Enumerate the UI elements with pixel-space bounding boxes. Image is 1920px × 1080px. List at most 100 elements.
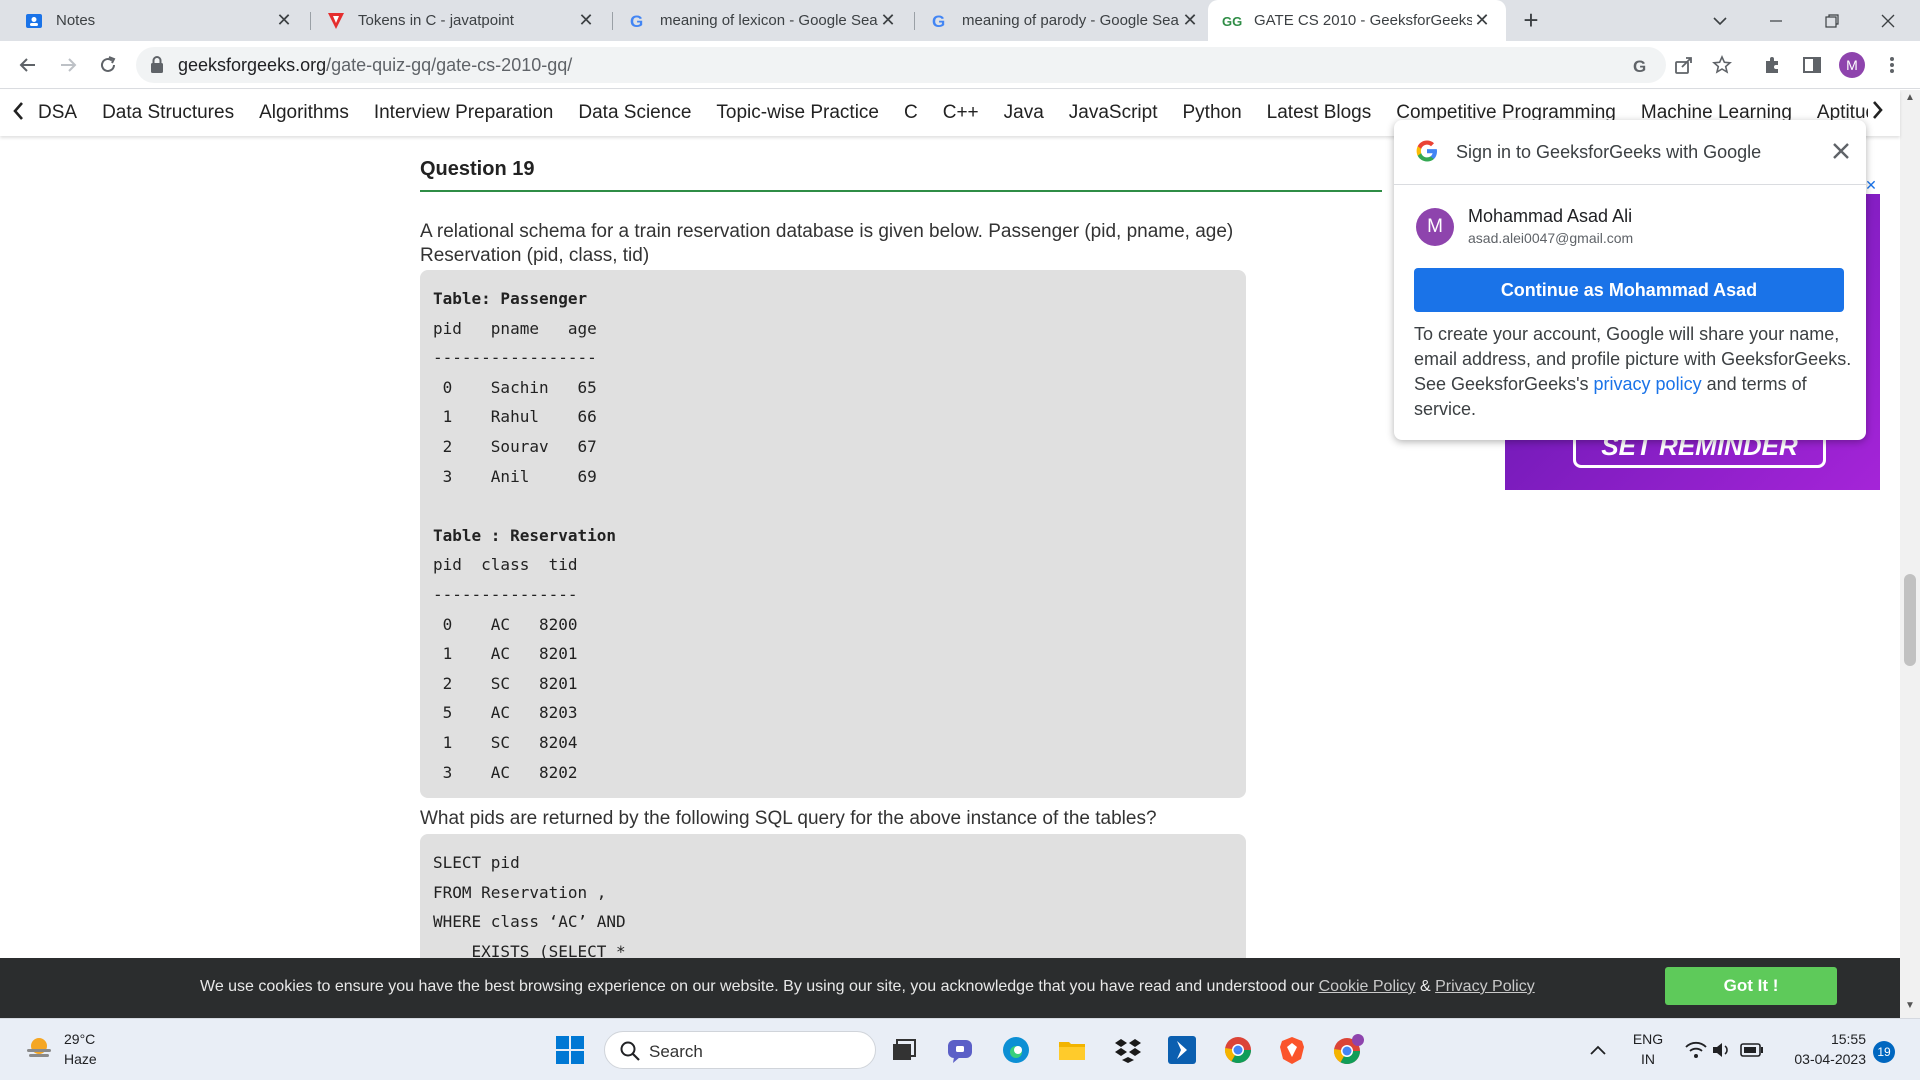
close-icon[interactable]: [1828, 138, 1854, 164]
teams-chat-icon[interactable]: [944, 1034, 976, 1066]
code-line: WHERE class ‘AC’ AND: [433, 912, 626, 932]
close-icon[interactable]: ✕: [274, 10, 294, 31]
new-tab-button[interactable]: +: [1516, 6, 1546, 36]
code-line: Table : Reservation: [433, 525, 617, 545]
google-logo-icon: [1414, 138, 1440, 164]
clock-time[interactable]: 15:55: [1776, 1031, 1866, 1047]
continue-as-button[interactable]: Continue as Mohammad Asad: [1414, 268, 1844, 312]
volume-icon[interactable]: [1706, 1034, 1738, 1066]
code-line: 3 Anil 69: [433, 466, 597, 486]
chrome-icon[interactable]: [1222, 1034, 1254, 1066]
question-title: Question 19: [420, 158, 535, 180]
address-bar[interactable]: geeksforgeeks.org/gate-quiz-gq/gate-cs-2…: [136, 47, 1666, 83]
tab-javatpoint[interactable]: Tokens in C - javatpoint ✕: [312, 0, 610, 41]
back-arrow-icon[interactable]: [12, 49, 44, 81]
account-name: Mohammad Asad Ali: [1468, 206, 1633, 226]
language-code[interactable]: ENG: [1630, 1031, 1666, 1047]
chrome-profile-icon[interactable]: [1332, 1034, 1364, 1066]
battery-icon[interactable]: [1736, 1034, 1768, 1066]
minimize-button[interactable]: [1748, 0, 1804, 41]
code-line: 3 AC 8202: [433, 762, 578, 782]
bookmark-star-icon[interactable]: [1706, 49, 1738, 81]
code-line: ---------------: [433, 584, 578, 604]
sql-code-block: SLECT pid FROM Reservation , WHERE class…: [420, 834, 1246, 958]
url-host: geeksforgeeks.org: [178, 55, 327, 75]
nav-item-algorithms[interactable]: Algorithms: [259, 102, 349, 124]
restore-button[interactable]: [1804, 0, 1860, 41]
tab-search-chevron-icon[interactable]: [1692, 0, 1748, 41]
dialog-title: Sign in to GeeksforGeeks with Google: [1456, 142, 1762, 162]
nav-item-java[interactable]: Java: [1004, 102, 1044, 124]
nav-item-cpp[interactable]: C++: [943, 102, 979, 124]
code-line: FROM Reservation ,: [433, 882, 607, 902]
close-icon[interactable]: ✕: [1180, 10, 1200, 31]
file-explorer-icon[interactable]: [1056, 1034, 1088, 1066]
app-shortcut-icon[interactable]: [1166, 1034, 1198, 1066]
reload-icon[interactable]: [92, 49, 124, 81]
lock-icon[interactable]: [150, 56, 166, 74]
dropbox-icon[interactable]: [1112, 1034, 1144, 1066]
edge-browser-icon[interactable]: [1000, 1034, 1032, 1066]
code-line: 1 SC 8204: [433, 732, 578, 752]
nav-item-latest-blogs[interactable]: Latest Blogs: [1267, 102, 1372, 124]
nav-item-data-structures[interactable]: Data Structures: [102, 102, 234, 124]
nav-item-javascript[interactable]: JavaScript: [1069, 102, 1158, 124]
tab-notes[interactable]: Notes ✕: [10, 0, 308, 41]
nav-item-interview-preparation[interactable]: Interview Preparation: [374, 102, 554, 124]
share-icon[interactable]: [1668, 49, 1700, 81]
tab-title: meaning of lexicon - Google Sea: [660, 12, 878, 29]
tab-divider: [612, 12, 613, 30]
account-email: asad.alei0047@gmail.com: [1468, 230, 1634, 246]
chevron-right-icon[interactable]: [1868, 95, 1900, 131]
nav-item-topic-wise-practice[interactable]: Topic-wise Practice: [716, 102, 879, 124]
got-it-button[interactable]: Got It !: [1665, 967, 1837, 1005]
notification-badge[interactable]: 19: [1873, 1041, 1895, 1063]
code-line: 0 Sachin 65: [433, 377, 597, 397]
tab-google-lexicon[interactable]: G meaning of lexicon - Google Sea ✕: [614, 0, 912, 41]
privacy-policy-link[interactable]: Privacy Policy: [1435, 978, 1535, 995]
windows-start-icon[interactable]: [554, 1034, 586, 1066]
code-line: pid pname age: [433, 318, 597, 338]
more-menu-icon[interactable]: [1876, 49, 1908, 81]
cookie-policy-link[interactable]: Cookie Policy: [1319, 978, 1416, 995]
scroll-thumb[interactable]: [1904, 574, 1916, 666]
profile-avatar[interactable]: M: [1836, 49, 1868, 81]
tab-divider: [310, 12, 311, 30]
task-view-icon[interactable]: [888, 1034, 920, 1066]
svg-text:G: G: [1633, 57, 1646, 76]
weather-haze-icon[interactable]: [24, 1034, 54, 1064]
forward-arrow-icon[interactable]: [52, 49, 84, 81]
nav-item-dsa[interactable]: DSA: [38, 102, 77, 124]
tab-title: meaning of parody - Google Sea: [962, 12, 1179, 29]
chevron-left-icon[interactable]: [10, 98, 26, 131]
privacy-policy-link[interactable]: privacy policy: [1594, 374, 1702, 394]
close-icon[interactable]: ✕: [878, 10, 898, 31]
taskbar-search[interactable]: Search: [604, 1031, 876, 1069]
tab-title: Tokens in C - javatpoint: [358, 12, 514, 29]
close-icon[interactable]: ✕: [1472, 10, 1492, 31]
side-panel-icon[interactable]: [1796, 49, 1828, 81]
nav-item-python[interactable]: Python: [1183, 102, 1242, 124]
cookie-ampersand: &: [1415, 978, 1436, 995]
code-line: SLECT pid: [433, 853, 520, 872]
clock-date[interactable]: 03-04-2023: [1776, 1051, 1866, 1067]
chevron-up-icon[interactable]: [1582, 1034, 1614, 1066]
tab-title: GATE CS 2010 - GeeksforGeeks: [1254, 12, 1472, 29]
scroll-down-arrow-icon[interactable]: ▼: [1900, 1000, 1920, 1016]
tab-gfg-active[interactable]: GG GATE CS 2010 - GeeksforGeeks ✕: [1208, 0, 1506, 41]
extensions-puzzle-icon[interactable]: [1756, 49, 1788, 81]
close-icon[interactable]: ✕: [576, 10, 596, 31]
brave-browser-icon[interactable]: [1276, 1034, 1308, 1066]
google-translate-icon[interactable]: G: [1630, 55, 1652, 77]
svg-text:GG: GG: [1222, 14, 1242, 28]
page-scrollbar[interactable]: ▲ ▼: [1900, 90, 1920, 1018]
code-line: 2 Sourav 67: [433, 436, 597, 456]
google-icon: G: [930, 11, 950, 31]
tab-google-parody[interactable]: G meaning of parody - Google Sea ✕: [916, 0, 1214, 41]
code-line: -----------------: [433, 348, 597, 368]
browser-toolbar: geeksforgeeks.org/gate-quiz-gq/gate-cs-2…: [0, 41, 1920, 89]
nav-item-data-science[interactable]: Data Science: [578, 102, 691, 124]
nav-item-c[interactable]: C: [904, 102, 918, 124]
region-code[interactable]: IN: [1630, 1051, 1666, 1067]
close-window-button[interactable]: [1860, 0, 1916, 41]
